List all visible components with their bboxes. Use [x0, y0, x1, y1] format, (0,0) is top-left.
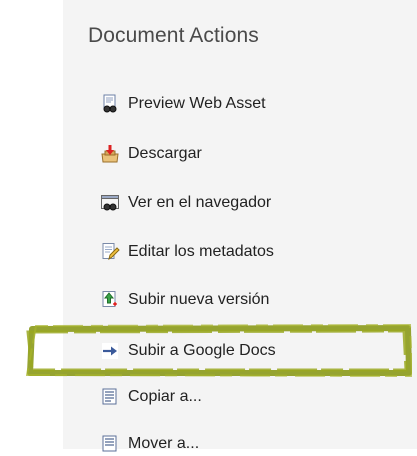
action-subir-nueva-version[interactable]: Subir nueva versión — [100, 288, 269, 312]
action-label: Ver en el navegador — [128, 194, 272, 211]
copy-to-icon — [100, 387, 120, 407]
action-label: Subir a Google Docs — [128, 342, 276, 359]
action-label: Preview Web Asset — [128, 95, 266, 112]
preview-web-asset-icon — [100, 94, 120, 114]
action-subir-a-google-docs[interactable]: Subir a Google Docs — [100, 339, 276, 363]
edit-metadata-icon — [100, 242, 120, 262]
action-label: Editar los metadatos — [128, 243, 274, 260]
action-label: Copiar a... — [128, 388, 202, 405]
action-descargar[interactable]: Descargar — [100, 142, 202, 166]
action-label: Subir nueva versión — [128, 291, 270, 308]
move-to-icon — [100, 434, 120, 454]
download-icon — [100, 144, 120, 164]
document-actions-list: Preview Web Asset Descargar Ver en el na… — [0, 0, 417, 452]
action-preview-web-asset[interactable]: Preview Web Asset — [100, 92, 266, 116]
upload-to-google-docs-icon — [100, 341, 120, 361]
action-ver-en-el-navegador[interactable]: Ver en el navegador — [100, 191, 271, 215]
action-editar-los-metadatos[interactable]: Editar los metadatos — [100, 240, 274, 264]
upload-new-version-icon — [100, 290, 120, 310]
action-copiar-a[interactable]: Copiar a... — [100, 385, 202, 409]
action-label: Mover a... — [128, 435, 200, 452]
action-mover-a[interactable]: Mover a... — [100, 432, 199, 456]
view-in-browser-icon — [100, 193, 120, 213]
action-label: Descargar — [128, 145, 202, 162]
